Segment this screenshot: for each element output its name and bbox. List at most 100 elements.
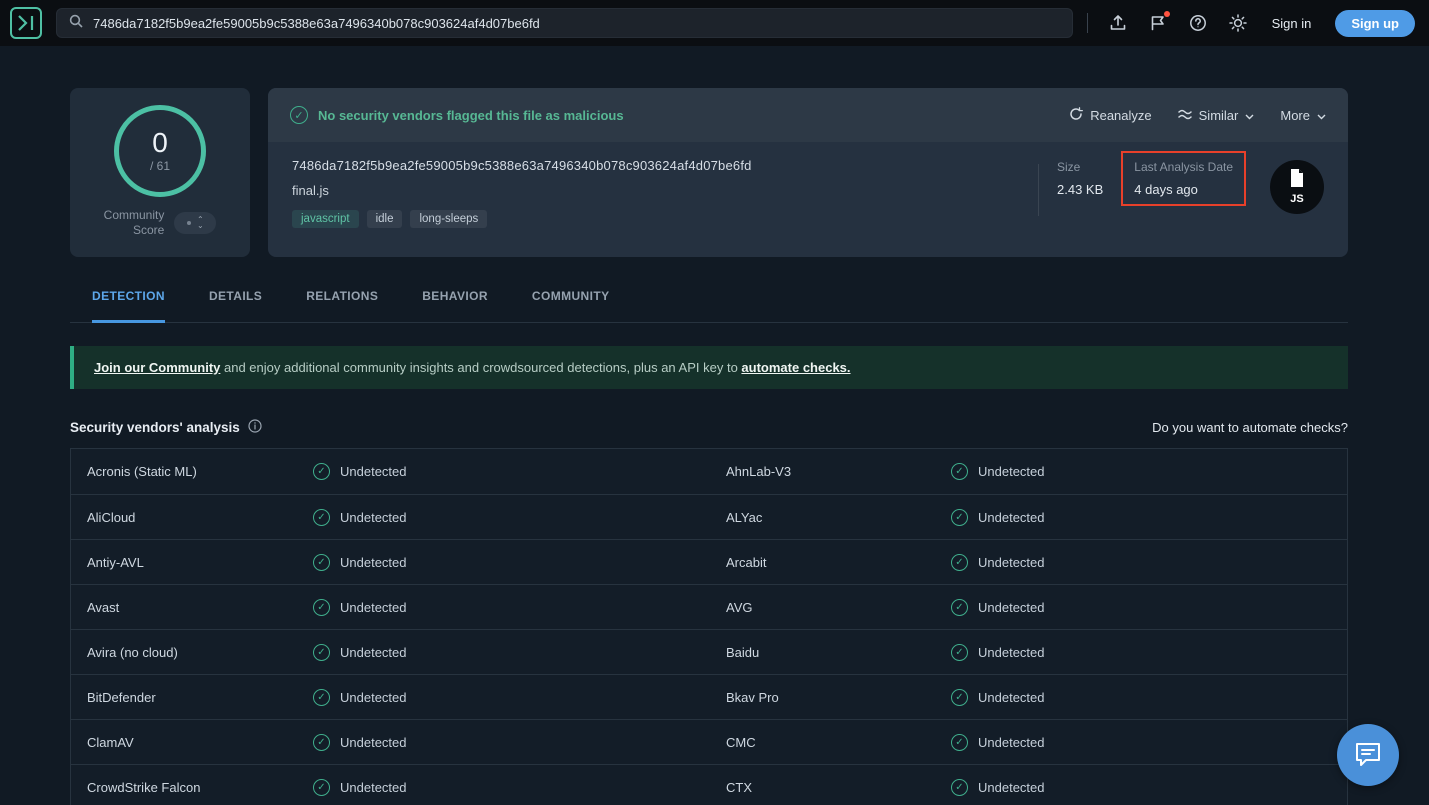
vendor-status: Undetected (951, 509, 1347, 526)
vote-dot-icon (187, 221, 191, 225)
undetected-icon (951, 599, 968, 616)
notification-dot (1164, 11, 1170, 17)
red-annotation-box: Last Analysis Date 4 days ago (1121, 151, 1246, 206)
topbar-divider (1087, 13, 1088, 33)
undetected-icon (313, 599, 330, 616)
community-banner: Join our Community and enjoy additional … (70, 346, 1348, 389)
vendor-status: Undetected (313, 689, 726, 706)
undetected-icon (951, 509, 968, 526)
last-analysis-block: Last Analysis Date 4 days ago (1134, 160, 1233, 197)
tag-idle[interactable]: idle (367, 210, 403, 228)
vendor-name: BitDefender (87, 690, 313, 705)
undetected-icon (313, 463, 330, 480)
similar-button[interactable]: Similar (1178, 108, 1255, 123)
tab-details[interactable]: DETAILS (209, 283, 262, 323)
vendor-name: Avira (no cloud) (87, 645, 313, 660)
verdict-row: No security vendors flagged this file as… (268, 88, 1348, 142)
tag-long-sleeps[interactable]: long-sleeps (410, 210, 487, 228)
info-icon[interactable] (248, 419, 262, 436)
table-row: Avira (no cloud) Undetected Baidu Undete… (71, 629, 1347, 674)
theme-toggle-icon[interactable] (1228, 13, 1248, 33)
chat-support-button[interactable] (1337, 724, 1399, 786)
search-input[interactable] (93, 16, 1060, 31)
main-content: 0 / 61 Community Score ⌃⌄ No security ve… (70, 88, 1348, 805)
vendor-name: AliCloud (87, 510, 313, 525)
community-vote-widget[interactable]: ⌃⌄ (174, 212, 216, 234)
upload-icon[interactable] (1108, 13, 1128, 33)
vendor-status: Undetected (951, 779, 1347, 796)
vendor-name: Avast (87, 600, 313, 615)
tab-detection[interactable]: DETECTION (92, 283, 165, 323)
vendor-status: Undetected (951, 644, 1347, 661)
vendor-status: Undetected (951, 689, 1347, 706)
table-row: CrowdStrike Falcon Undetected CTX Undete… (71, 764, 1347, 805)
detection-score-value: 0 (152, 129, 168, 157)
verdict-text: No security vendors flagged this file as… (318, 108, 624, 123)
file-name: final.js (292, 183, 1038, 198)
automate-checks-link[interactable]: automate checks. (741, 360, 850, 375)
undetected-icon (313, 689, 330, 706)
undetected-icon (313, 734, 330, 751)
vote-carets-icon[interactable]: ⌃⌄ (197, 217, 204, 229)
topbar: Sign in Sign up (0, 0, 1429, 46)
vendor-status: Undetected (313, 599, 726, 616)
undetected-icon (951, 689, 968, 706)
reanalyze-button[interactable]: Reanalyze (1069, 107, 1151, 124)
undetected-icon (313, 644, 330, 661)
analysis-header: Security vendors' analysis Do you want t… (70, 419, 1348, 449)
undetected-icon (951, 554, 968, 571)
chevron-down-icon (1245, 108, 1254, 123)
sign-up-button[interactable]: Sign up (1335, 10, 1415, 37)
file-hash[interactable]: 7486da7182f5b9ea2fe59005b9c5388e63a74963… (292, 158, 1038, 173)
verdict-check-icon (290, 106, 308, 124)
vendor-name: AVG (726, 600, 951, 615)
help-icon[interactable] (1188, 13, 1208, 33)
file-type-badge: JS (1270, 160, 1324, 214)
vendor-name: Acronis (Static ML) (87, 464, 313, 479)
search-bar[interactable] (56, 8, 1073, 38)
undetected-icon (313, 554, 330, 571)
table-row: BitDefender Undetected Bkav Pro Undetect… (71, 674, 1347, 719)
reanalyze-icon (1069, 107, 1083, 124)
detection-score-card: 0 / 61 Community Score ⌃⌄ (70, 88, 250, 257)
feedback-flag-icon[interactable] (1148, 13, 1168, 33)
tab-community[interactable]: COMMUNITY (532, 283, 610, 323)
vendor-status: Undetected (951, 554, 1347, 571)
vendor-name: ClamAV (87, 735, 313, 750)
vendor-status: Undetected (313, 734, 726, 751)
banner-text: and enjoy additional community insights … (220, 360, 741, 375)
virustotal-logo-icon[interactable] (10, 7, 42, 39)
vendor-status: Undetected (313, 779, 726, 796)
table-row: ClamAV Undetected CMC Undetected (71, 719, 1347, 764)
table-row: Avast Undetected AVG Undetected (71, 584, 1347, 629)
tag-javascript[interactable]: javascript (292, 210, 359, 228)
more-button[interactable]: More (1280, 108, 1326, 123)
vendor-status: Undetected (313, 509, 726, 526)
search-icon (69, 14, 83, 33)
vendor-name: Baidu (726, 645, 951, 660)
undetected-icon (313, 779, 330, 796)
tab-relations[interactable]: RELATIONS (306, 283, 378, 323)
undetected-icon (951, 779, 968, 796)
vendor-status: Undetected (313, 554, 726, 571)
vendor-status: Undetected (313, 644, 726, 661)
undetected-icon (951, 644, 968, 661)
vendor-name: AhnLab-V3 (726, 464, 951, 479)
vendor-name: Antiy-AVL (87, 555, 313, 570)
similar-icon (1178, 108, 1192, 123)
vendor-name: Bkav Pro (726, 690, 951, 705)
sign-in-link[interactable]: Sign in (1268, 16, 1316, 31)
tab-behavior[interactable]: BEHAVIOR (422, 283, 488, 323)
file-size-block: Size 2.43 KB (1057, 160, 1103, 197)
community-score-label: Community Score (104, 208, 165, 238)
undetected-icon (951, 734, 968, 751)
vendor-name: ALYac (726, 510, 951, 525)
vendor-status: Undetected (951, 734, 1347, 751)
report-tabs: DETECTION DETAILS RELATIONS BEHAVIOR COM… (70, 283, 1348, 323)
vendor-name: CMC (726, 735, 951, 750)
undetected-icon (313, 509, 330, 526)
vendor-name: Arcabit (726, 555, 951, 570)
document-icon (1289, 169, 1305, 192)
join-community-link[interactable]: Join our Community (94, 360, 220, 375)
automate-question-link[interactable]: Do you want to automate checks? (1152, 420, 1348, 435)
